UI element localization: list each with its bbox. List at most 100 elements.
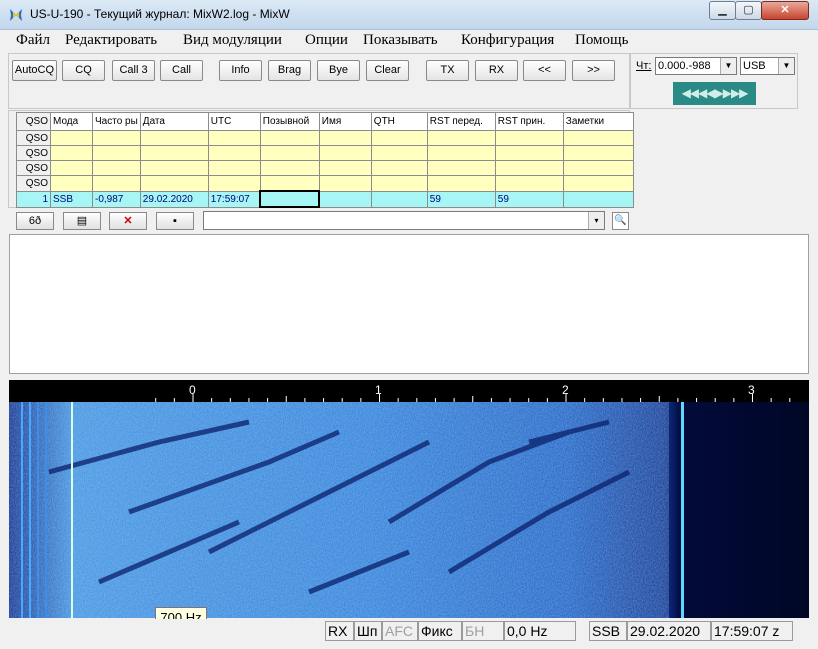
utc-cell[interactable]: 17:59:07 (207, 190, 261, 208)
table-cell[interactable] (494, 160, 564, 176)
table-cell[interactable] (139, 160, 209, 176)
call3-button[interactable]: Call 3 (112, 60, 155, 81)
menu-show[interactable]: Показывать (363, 32, 438, 49)
table-row[interactable]: QSO (16, 145, 634, 161)
current-qso-row[interactable]: 1 SSB -0,987 29.02.2020 17:59:07 59 59 (16, 190, 634, 208)
col-utc[interactable]: UTC (207, 112, 261, 131)
table-cell[interactable] (370, 160, 428, 176)
table-row[interactable]: QSO (16, 160, 634, 176)
table-cell[interactable] (370, 145, 428, 161)
col-rst-sent[interactable]: RST перед. (426, 112, 496, 131)
table-cell[interactable] (494, 175, 564, 192)
col-qth[interactable]: QTH (370, 112, 428, 131)
table-cell[interactable] (50, 175, 93, 192)
table-cell[interactable] (92, 130, 141, 146)
table-cell[interactable] (259, 160, 320, 176)
table-cell[interactable] (50, 130, 93, 146)
table-cell[interactable] (426, 160, 496, 176)
menu-modulation[interactable]: Вид модуляции (183, 32, 282, 49)
edit-qso-button[interactable]: ▤ (63, 212, 101, 230)
col-mode[interactable]: Мода (50, 112, 93, 131)
minimize-button[interactable]: ▁ (709, 1, 736, 20)
cq-button[interactable]: CQ (62, 60, 105, 81)
next-button[interactable]: >> (572, 60, 615, 81)
info-button[interactable]: Info (219, 60, 262, 81)
table-cell[interactable] (139, 145, 209, 161)
freq-cell[interactable]: -0,987 (92, 190, 141, 208)
name-cell[interactable] (318, 190, 372, 208)
col-notes[interactable]: Заметки (562, 112, 634, 131)
col-rst-rcvd[interactable]: RST прин. (494, 112, 564, 131)
table-cell[interactable] (92, 145, 141, 161)
tuning-arrows[interactable]: ◀◀◀◀▶▶▶▶ (673, 82, 756, 105)
table-cell[interactable] (259, 145, 320, 161)
brag-button[interactable]: Brag (268, 60, 311, 81)
chevron-down-icon[interactable]: ▼ (720, 58, 736, 74)
menu-help[interactable]: Помощь (575, 32, 628, 49)
receive-text-area[interactable] (9, 234, 809, 374)
table-cell[interactable] (318, 160, 372, 176)
table-cell[interactable] (92, 175, 141, 192)
table-cell[interactable] (92, 160, 141, 176)
maximize-button[interactable]: ▢ (735, 1, 762, 20)
table-cell[interactable] (259, 175, 320, 192)
status-rx[interactable]: RX (325, 621, 354, 641)
table-cell[interactable] (207, 145, 261, 161)
notes-cell[interactable] (562, 190, 634, 208)
table-cell[interactable] (50, 160, 93, 176)
table-cell[interactable] (139, 130, 209, 146)
table-cell[interactable] (562, 130, 634, 146)
close-button[interactable]: ✕ (761, 1, 809, 20)
table-cell[interactable] (426, 175, 496, 192)
chevron-down-icon[interactable]: ▼ (778, 58, 794, 74)
waterfall-display[interactable]: 0 1 2 3 7 (9, 380, 809, 618)
status-mode[interactable]: SSB (589, 621, 627, 641)
mode-select[interactable]: USB ▼ (740, 57, 795, 75)
tx-button[interactable]: TX (426, 60, 469, 81)
frequency-select[interactable]: 0.000.-988 ▼ (655, 57, 737, 75)
table-cell[interactable] (562, 175, 634, 192)
delete-qso-button[interactable]: ✕ (109, 212, 147, 230)
table-cell[interactable] (139, 175, 209, 192)
rx-button[interactable]: RX (475, 60, 518, 81)
table-cell[interactable] (50, 145, 93, 161)
col-name[interactable]: Имя (318, 112, 372, 131)
table-row[interactable]: QSO (16, 130, 634, 146)
table-cell[interactable] (494, 130, 564, 146)
menu-file[interactable]: Файл (16, 32, 50, 49)
table-cell[interactable] (207, 130, 261, 146)
callsign-cell[interactable] (259, 190, 321, 208)
mode-cell[interactable]: SSB (50, 190, 93, 208)
rst-rcvd-cell[interactable]: 59 (494, 190, 564, 208)
table-cell[interactable] (426, 130, 496, 146)
bye-button[interactable]: Bye (317, 60, 360, 81)
table-row[interactable]: QSO (16, 175, 634, 192)
col-freq[interactable]: Часто ры (92, 112, 141, 131)
status-squelch[interactable]: Шп (354, 621, 382, 641)
table-cell[interactable] (318, 130, 372, 146)
table-cell[interactable] (318, 175, 372, 192)
table-cell[interactable] (370, 175, 428, 192)
qth-cell[interactable] (370, 190, 428, 208)
rst-sent-cell[interactable]: 59 (426, 190, 496, 208)
table-cell[interactable] (370, 130, 428, 146)
prev-button[interactable]: << (523, 60, 566, 81)
lookup-button[interactable]: 6ð (16, 212, 54, 230)
clear-button[interactable]: Clear (366, 60, 409, 81)
menu-configuration[interactable]: Конфигурация (461, 32, 554, 49)
col-date[interactable]: Дата (139, 112, 209, 131)
status-bn[interactable]: БН (462, 621, 504, 641)
table-cell[interactable] (318, 145, 372, 161)
menu-edit[interactable]: Редактировать (65, 32, 157, 49)
search-button[interactable]: 🔍 (612, 212, 629, 230)
table-cell[interactable] (562, 160, 634, 176)
table-cell[interactable] (259, 130, 320, 146)
table-cell[interactable] (207, 160, 261, 176)
callsign-combo[interactable]: ▾ (203, 211, 605, 230)
chevron-down-icon[interactable]: ▾ (588, 212, 604, 229)
save-qso-button[interactable]: ▪ (156, 212, 194, 230)
call-button[interactable]: Call (160, 60, 203, 81)
status-fix[interactable]: Фикс (418, 621, 462, 641)
date-cell[interactable]: 29.02.2020 (139, 190, 209, 208)
menu-options[interactable]: Опции (305, 32, 348, 49)
